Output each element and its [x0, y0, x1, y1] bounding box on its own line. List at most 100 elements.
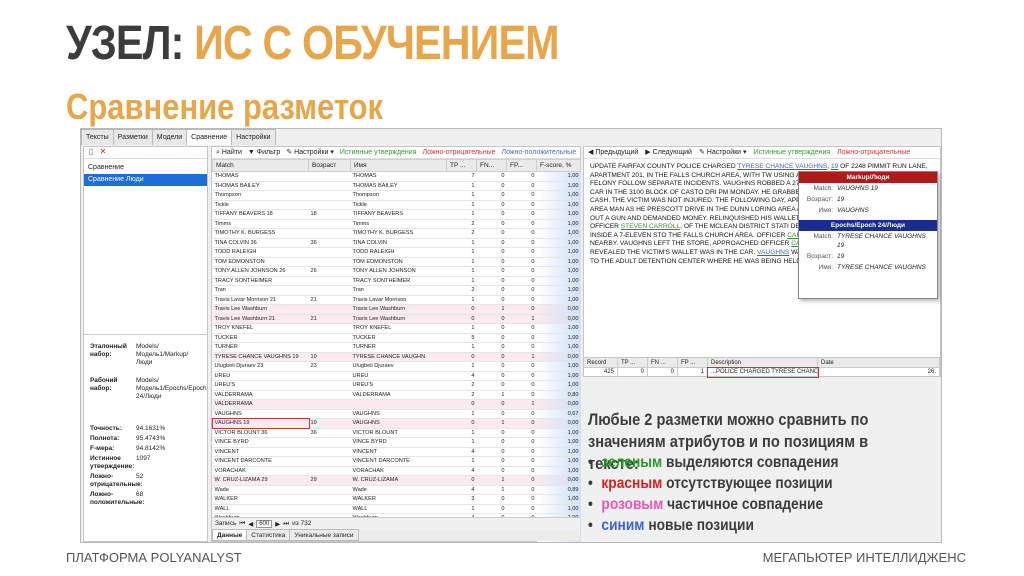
col-header-tp[interactable]: TP ...	[618, 358, 648, 367]
filter-button[interactable]: ▼ Фильтр	[248, 147, 280, 158]
prev-page-icon[interactable]: ◀	[248, 520, 253, 528]
list-item[interactable]: Сравнение	[84, 162, 207, 174]
table-cell	[308, 285, 351, 296]
table-cell: TUCKER	[212, 333, 309, 343]
settings-button[interactable]: ✎ Настройки ▾	[699, 147, 747, 158]
table-cell: 0	[506, 409, 537, 419]
table-row[interactable]: TIFFANY BEAVERS 18 18 TIFFANY BEAVERS 1 0 0 1,…	[212, 209, 581, 220]
table-cell: 0	[476, 238, 507, 248]
table-row[interactable]: Thompson Thompson 1 0 0 1,00	[212, 190, 581, 201]
table-cell: W. CRUZ-LIZAMA 29	[212, 475, 309, 486]
table-row[interactable]: Timms Timms 2 0 0 1,00	[212, 219, 581, 229]
next-button[interactable]: ▶ Следующий	[645, 147, 692, 158]
table-cell: 19	[308, 418, 351, 429]
table-row[interactable]: TOM EDMONSTON TOM EDMONSTON 1 0 0 1,00	[212, 257, 581, 267]
col-header-fn[interactable]: FN ...	[648, 358, 678, 367]
table-row[interactable]: VICTOR BLOUNT 36 36 VICTOR BLOUNT 1 0 0 1,00	[212, 428, 581, 438]
table-row[interactable]: VORACHAK VORACHAK 4 0 0 1,00	[212, 466, 581, 476]
new-file-icon[interactable]: ▯	[87, 148, 95, 156]
tab-models[interactable]: Модели	[151, 129, 188, 145]
table-row[interactable]: TUCKER TUCKER 5 0 0 1,00	[212, 333, 581, 343]
first-page-icon[interactable]: ⏮	[239, 520, 245, 528]
table-cell: VICTOR BLOUNT	[350, 428, 447, 438]
col-header-fp[interactable]: FP...	[506, 159, 537, 172]
col-header-record[interactable]: Record	[584, 358, 618, 367]
table-row[interactable]: TYRESE CHANCE VAUGHNS 19 19 TYRESE CHANCE …	[212, 352, 581, 362]
table-row[interactable]: Tran Tran 2 0 0 1,00	[212, 285, 581, 296]
col-header-description[interactable]: Description	[708, 358, 818, 367]
table-row[interactable]: THOMAS THOMAS 7 0 0 1,00	[212, 171, 581, 182]
tab-settings[interactable]: Настройки	[231, 129, 276, 145]
table-cell	[308, 181, 351, 191]
tab-data[interactable]: Данные	[212, 529, 248, 541]
entity-highlight[interactable]: VAUGHNS	[757, 249, 789, 256]
table-cell: 0	[506, 475, 537, 486]
table-row[interactable]: VALDERRAMA VALDERRAMA 2 1 0 0,80	[212, 390, 581, 400]
table-row[interactable]: Wade Wade 4 1 0 0,89	[212, 485, 581, 495]
table-cell: Travis Lavar Morrison	[350, 295, 447, 305]
table-row[interactable]: W. CRUZ-LIZAMA 29 29 W. CRUZ-LIZAMA 0 1 0 0,00	[212, 475, 581, 486]
table-row[interactable]: 425 0 0 1 ...POLICE CHARGED TYRESE CHANC…	[584, 367, 940, 378]
table-row[interactable]: UREU UREU 4 0 0 1,00	[212, 371, 581, 381]
prev-button[interactable]: ◀ Предыдущий	[588, 147, 638, 158]
table-cell: Ulugbeli Djuraev	[350, 361, 447, 372]
tab-statistics[interactable]: Статистика	[246, 529, 291, 541]
tab-texts[interactable]: Тексты	[81, 129, 114, 145]
col-header-match[interactable]: Match	[212, 159, 309, 172]
slide: УЗЕЛ: ИС С ОБУЧЕНИЕМ Сравнение разметок …	[0, 0, 1024, 576]
table-row[interactable]: Travis Lavar Morrison 21 21 Travis Lavar M…	[212, 295, 581, 305]
next-page-icon[interactable]: ▶	[275, 520, 280, 528]
entity-highlight[interactable]: TYRESE CHANCE VAUGHNS	[737, 163, 827, 170]
page-input[interactable]: 600	[256, 519, 273, 528]
table-row[interactable]: TURNER TURNER 1 0 0 1,00	[212, 342, 581, 353]
col-header-age[interactable]: Возраст	[308, 159, 351, 172]
col-header-date[interactable]: Date	[818, 358, 940, 367]
tab-comparison[interactable]: Сравнение	[186, 129, 233, 145]
table-row[interactable]: VALDERRAMA 0 0 1 0,00	[212, 399, 581, 410]
table-cell: Travis Lee Washburn 21	[212, 314, 309, 324]
table-row[interactable]: Ulugbeli Djuraev 23 23 Ulugbeli Djuraev 1 0 0…	[212, 361, 581, 372]
table-cell: 0	[506, 257, 537, 267]
table-row[interactable]: TONY ALLEN JOHNSON 26 26 TONY ALLEN JOHNSO…	[212, 266, 581, 277]
table-row[interactable]: WALL WALL 1 0 0 1,00	[212, 504, 581, 514]
table-cell: 5	[446, 333, 477, 343]
table-cell: TOM EDMONSTON	[350, 257, 447, 267]
table-row[interactable]: TROY KNEFEL TROY KNEFEL 1 0 0 1,00	[212, 323, 581, 334]
delete-icon[interactable]: ✕	[99, 148, 107, 156]
table-row[interactable]: TODD RALEIGH TODD RALEIGH 1 0 0 1,00	[212, 247, 581, 258]
col-header-tp[interactable]: TP ...	[446, 159, 477, 172]
table-cell: UREU	[212, 371, 309, 381]
tab-unique-records[interactable]: Уникальные записи	[289, 529, 359, 541]
col-header-fscore[interactable]: F-score, %	[536, 159, 581, 172]
table-row[interactable]: WALKER WALKER 3 0 0 1,00	[212, 494, 581, 505]
table-row[interactable]: THOMAS BAILEY THOMAS BAILEY 1 0 0 1,00	[212, 181, 581, 191]
col-header-name[interactable]: Имя	[350, 159, 447, 172]
table-row[interactable]: Travis Lee Washburn Travis Lee Washburn 0 1…	[212, 304, 581, 315]
legend-false-negative: Ложно-отрицательные	[837, 149, 911, 156]
col-header-fn[interactable]: FN...	[476, 159, 507, 172]
table-row[interactable]: VAUGHNS 19 19 VAUGHNS 0 1 0 0,00	[211, 417, 581, 429]
table-row[interactable]: Travis Lee Washburn 21 21 Travis Lee Washb…	[212, 314, 581, 324]
table-row[interactable]: UREU'S UREU'S 2 0 0 1,00	[212, 380, 581, 391]
table-row[interactable]: VAUGHNS VAUGHNS 1 0 0 0,67	[212, 409, 581, 419]
table-row[interactable]: TIMOTHY K. BURGESS TIMOTHY K. BURGESS 2 0 0 1…	[212, 228, 581, 239]
list-item-selected[interactable]: Сравнение Люди	[84, 174, 207, 186]
table-row[interactable]: VINCENT VINCENT 4 0 0 1,00	[212, 447, 581, 457]
tab-markups[interactable]: Разметки	[112, 129, 153, 145]
table-row[interactable]: TINA COLVIN 36 36 TINA COLVIN 1 0 0 1,00	[212, 238, 581, 248]
last-page-icon[interactable]: ⏭	[283, 520, 289, 528]
info-value: 94.8142%	[136, 445, 166, 452]
settings-button[interactable]: ✎ Настройки ▾	[286, 147, 334, 158]
col-header-fp[interactable]: FP ...	[678, 358, 708, 367]
table-cell: 0	[476, 361, 507, 372]
find-button[interactable]: ⌕ Найти	[216, 147, 242, 158]
slide-subtitle: Сравнение разметок	[66, 86, 384, 127]
table-cell: 29	[308, 475, 351, 486]
table-row[interactable]: Tickle Tickle 1 0 0 1,00	[212, 200, 581, 210]
table-row[interactable]: VINCE BYRD VINCE BYRD 1 0 0 1,00	[212, 437, 581, 448]
table-row[interactable]: WEBBWEBB4001,00	[213, 542, 581, 543]
table-cell: TODD RALEIGH	[350, 247, 447, 258]
table-row[interactable]: VINCENT DARCONTE VINCENT DARCONTE 1 0 0 1,00	[212, 456, 581, 467]
table-row[interactable]: TRACY SONTHEIMER TRACY SONTHEIMER 1 0 0 1,00	[212, 276, 581, 286]
entity-highlight[interactable]: STEVEN CARROLL	[621, 223, 680, 230]
